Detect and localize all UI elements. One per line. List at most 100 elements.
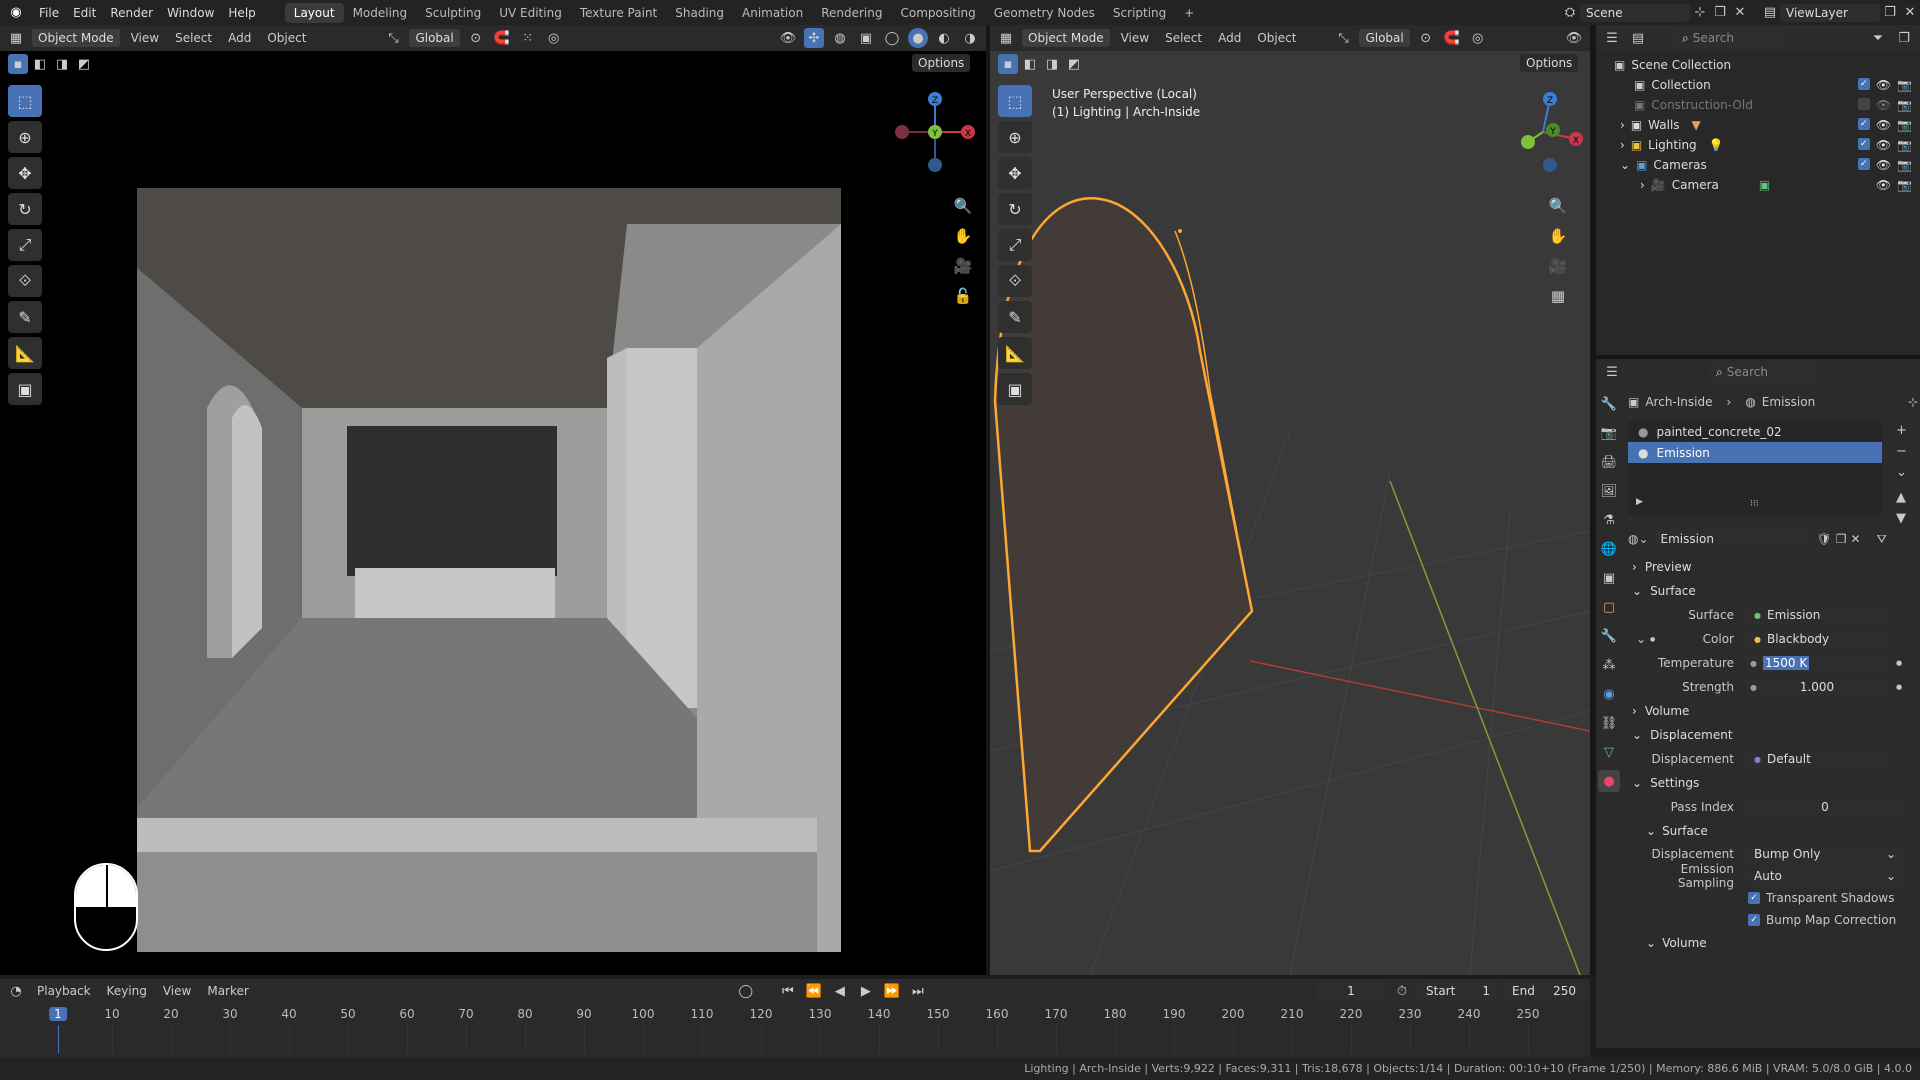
overlay-icon[interactable]: ◍ — [830, 28, 850, 48]
viewport-3d[interactable]: ▦ Object Mode View Select Add Object ⤡ G… — [990, 25, 1590, 975]
lock-icon[interactable]: 🔓 — [950, 283, 976, 309]
collection-tab-icon[interactable]: ▣ — [1598, 567, 1620, 589]
pivot-icon[interactable]: ⊙ — [1416, 28, 1436, 48]
resize-handle-icon[interactable]: ⁝⁝⁝ — [1750, 499, 1759, 509]
editor-type-icon[interactable]: ▦ — [996, 28, 1016, 48]
snap-icon[interactable]: 🧲 — [1442, 28, 1462, 48]
menu-object[interactable]: Object — [262, 31, 311, 45]
color-blackbody-field[interactable]: ● Blackbody — [1746, 629, 1888, 649]
move-tool-icon[interactable]: ✥ — [8, 157, 42, 189]
constraints-tab-icon[interactable]: ⛓ — [1598, 712, 1620, 734]
preview-range-icon[interactable]: ⏱ — [1392, 981, 1412, 1001]
select-intersect-icon[interactable]: ◩ — [74, 54, 94, 74]
include-checkbox[interactable] — [1857, 98, 1870, 110]
tab-modeling[interactable]: Modeling — [344, 3, 417, 23]
outliner-row-construction-old[interactable]: ▣ Construction-Old 👁 📷 — [1596, 95, 1920, 115]
modifier-tab-icon[interactable]: 🔧 — [1598, 625, 1620, 647]
tab-layout[interactable]: Layout — [284, 2, 344, 23]
eye-icon[interactable]: 👁 — [1876, 98, 1891, 112]
material-slot-painted-concrete[interactable]: ● painted_concrete_02 — [1628, 421, 1882, 442]
tab-uv-editing[interactable]: UV Editing — [490, 3, 571, 23]
panel-settings-surface[interactable]: ⌄ Surface — [1628, 819, 1918, 843]
menu-add[interactable]: Add — [1213, 31, 1246, 45]
proportional-edit-icon[interactable]: ◎ — [1468, 28, 1488, 48]
display-mode-icon[interactable]: ▤ — [1628, 28, 1648, 48]
outliner-row-collection[interactable]: ▣ Collection ✓ 👁 📷 — [1596, 75, 1920, 95]
add-slot-icon[interactable]: + — [1896, 423, 1907, 438]
outliner-search-input[interactable]: ⌕ Search — [1674, 28, 1784, 48]
shading-wireframe-icon[interactable]: ◯ — [882, 28, 902, 48]
expand-arrow-icon[interactable]: › — [1620, 118, 1625, 132]
menu-playback[interactable]: Playback — [32, 984, 96, 998]
editor-type-icon[interactable]: ▦ — [6, 28, 26, 48]
properties-search-input[interactable]: ⌕ Search — [1708, 362, 1818, 382]
shading-solid-icon[interactable]: ● — [908, 28, 928, 48]
camera-icon[interactable]: 📷 — [1897, 78, 1912, 92]
material-slot-emission[interactable]: ● Emission — [1628, 442, 1882, 463]
panel-settings[interactable]: ⌄ Settings — [1628, 771, 1918, 795]
navigation-gizmo[interactable]: Z X Y — [890, 87, 980, 177]
strength-input[interactable]: ● 1.000 — [1746, 677, 1888, 697]
panel-volume[interactable]: › Volume — [1628, 699, 1918, 723]
measure-tool-icon[interactable]: 📐 — [998, 337, 1032, 369]
editor-type-icon[interactable]: ☰ — [1602, 362, 1622, 382]
eye-icon[interactable]: 👁 — [1876, 178, 1891, 192]
blender-logo-icon[interactable]: ◉ — [6, 3, 26, 23]
camera-icon[interactable]: 📷 — [1897, 98, 1912, 112]
panel-settings-volume[interactable]: ⌄ Volume — [1628, 931, 1918, 955]
temperature-input[interactable]: ● 1500 K — [1746, 653, 1888, 673]
menu-keying[interactable]: Keying — [102, 984, 152, 998]
pivot-icon[interactable]: ⊙ — [466, 28, 486, 48]
start-frame-input[interactable]: Start 1 — [1418, 981, 1498, 1001]
rotate-tool-icon[interactable]: ↻ — [8, 193, 42, 225]
tab-geometry-nodes[interactable]: Geometry Nodes — [985, 3, 1104, 23]
pan-hand-icon[interactable]: ✋ — [1545, 223, 1571, 249]
slot-specials-icon[interactable]: ⌄ — [1896, 465, 1907, 480]
bump-map-correction-checkbox[interactable]: ✓ — [1748, 914, 1760, 926]
close-viewlayer-icon[interactable]: ✕ — [1900, 3, 1920, 23]
annotate-tool-icon[interactable]: ✎ — [998, 301, 1032, 333]
node-tree-icon[interactable]: ⛛ — [1877, 532, 1887, 547]
tab-scripting[interactable]: Scripting — [1104, 3, 1175, 23]
timeline-ruler[interactable]: 1 10 20 30 40 50 60 70 80 90 100 110 120 130 140 150 160… — [0, 1005, 1590, 1053]
filter-icon[interactable]: ⏷ — [1868, 28, 1888, 48]
collapse-arrow-icon[interactable]: ⌄ — [1620, 158, 1630, 172]
play-reverse-icon[interactable]: ◀ — [830, 981, 850, 1001]
menu-view[interactable]: View — [158, 984, 196, 998]
end-frame-input[interactable]: End 250 — [1504, 981, 1584, 1001]
tab-animation[interactable]: Animation — [733, 3, 812, 23]
scale-tool-icon[interactable]: ⤢ — [8, 229, 42, 261]
particles-tab-icon[interactable]: ⁂ — [1598, 654, 1620, 676]
select-new-icon[interactable]: ▪ — [8, 54, 28, 74]
measure-tool-icon[interactable]: 📐 — [8, 337, 42, 369]
close-scene-icon[interactable]: ✕ — [1730, 3, 1750, 23]
snap-target-icon[interactable]: ⁙ — [518, 28, 538, 48]
surface-shader-field[interactable]: ● Emission — [1746, 605, 1888, 625]
menu-view[interactable]: View — [126, 31, 164, 45]
remove-slot-icon[interactable]: − — [1896, 444, 1907, 459]
fake-user-icon[interactable]: 🛡 — [1817, 532, 1832, 546]
pin-icon[interactable]: ⊹ — [1690, 3, 1710, 23]
viewlayer-selector[interactable]: ViewLayer — [1780, 3, 1880, 22]
world-tab-icon[interactable]: 🌐 — [1598, 538, 1620, 560]
camera-icon[interactable]: 📷 — [1897, 138, 1912, 152]
eye-icon[interactable]: 👁 — [1876, 118, 1891, 132]
data-tab-icon[interactable]: ▽ — [1598, 741, 1620, 763]
transform-tool-icon[interactable]: ⟐ — [8, 265, 42, 297]
keyframe-dot-icon[interactable]: ● — [1896, 683, 1902, 691]
transparent-shadows-checkbox[interactable]: ✓ — [1748, 892, 1760, 904]
material-browse-icon[interactable]: ◍⌄ — [1628, 532, 1649, 546]
physics-tab-icon[interactable]: ◉ — [1598, 683, 1620, 705]
eye-icon[interactable]: 👁 — [1876, 78, 1891, 92]
emission-sampling-select[interactable]: Auto ⌄ — [1746, 866, 1904, 886]
editor-type-icon[interactable]: ☰ — [1602, 28, 1622, 48]
material-tab-icon[interactable]: ● — [1598, 770, 1620, 792]
jump-prev-keyframe-icon[interactable]: ⏪ — [804, 981, 824, 1001]
camera-view-icon[interactable]: 🎥 — [950, 253, 976, 279]
grid-view-icon[interactable]: ▦ — [1545, 283, 1571, 309]
jump-start-icon[interactable]: ⏮ — [778, 981, 798, 1001]
include-checkbox[interactable]: ✓ — [1857, 118, 1870, 130]
unlink-material-icon[interactable]: ✕ — [1851, 532, 1861, 546]
panel-preview[interactable]: › Preview — [1628, 555, 1918, 579]
tab-compositing[interactable]: Compositing — [891, 3, 984, 23]
